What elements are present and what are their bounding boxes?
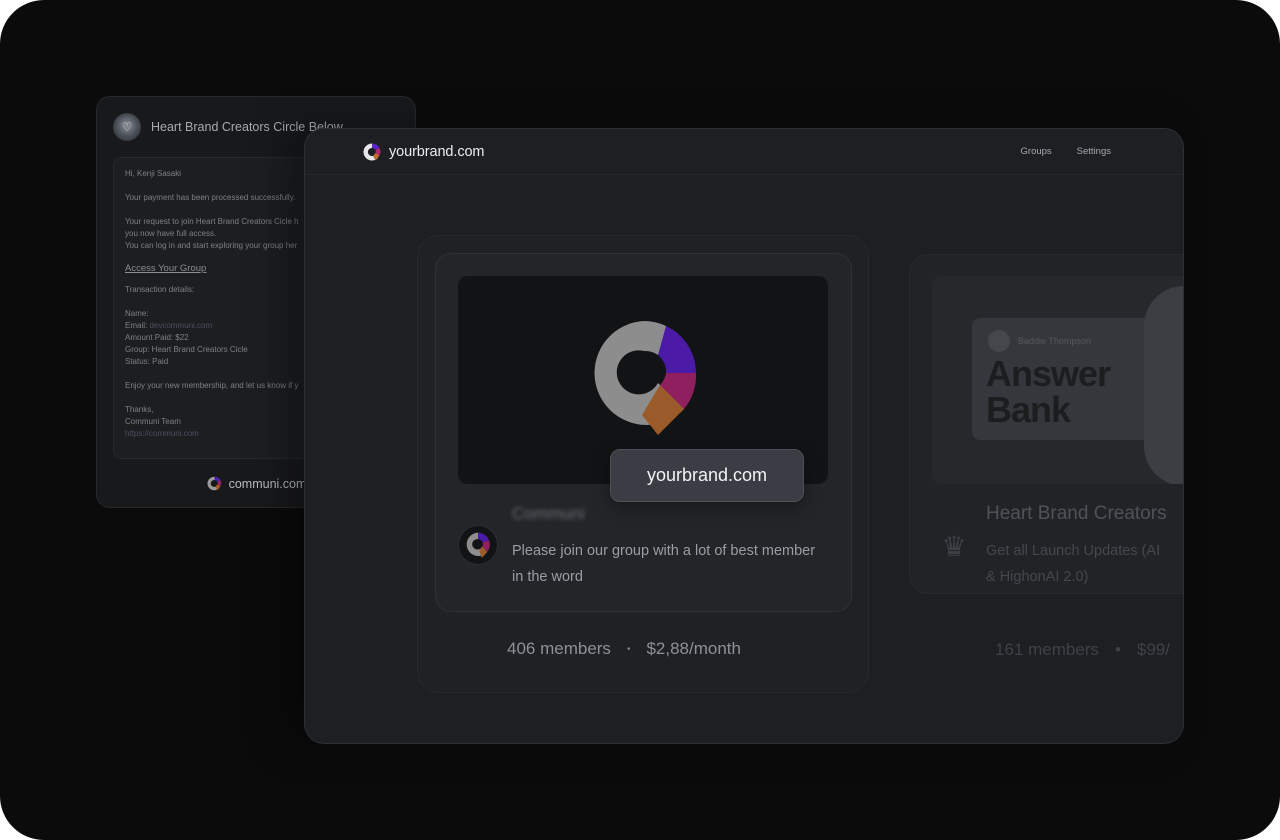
top-navigation-bar: yourbrand.com Groups Settings: [305, 129, 1183, 175]
stats-separator: •: [626, 643, 631, 655]
crown-badge-icon: ♛: [941, 531, 967, 562]
communi-large-logo-icon: [594, 321, 697, 435]
member-count: 406 members: [507, 639, 611, 658]
secondary-group-cover: Baddie Thompson Answer Bank: [932, 276, 1183, 484]
secondary-group-stats: 161 members • $99/: [995, 640, 1170, 660]
group-description: Please join our group with a lot of best…: [512, 543, 816, 585]
secondary-group-price: $99/: [1136, 640, 1170, 659]
cover-title: Answer Bank: [986, 353, 1111, 430]
secondary-group-title: Heart Brand Creators: [986, 503, 1167, 524]
brand-logo-icon: [363, 143, 381, 161]
cover-author-avatar: [988, 330, 1010, 352]
secondary-stats-separator: •: [1114, 640, 1121, 659]
canvas-background: ♡ Heart Brand Creators Circle Below Hi, …: [0, 0, 1280, 840]
access-group-link[interactable]: Access Your Group: [125, 262, 206, 276]
email-footer-brand: communi.com: [228, 476, 307, 491]
cover-author: Baddie Thompson: [988, 330, 1091, 352]
group-stats: 406 members • $2,88/month: [507, 639, 741, 659]
group-avatar-icon: ♡: [113, 113, 141, 141]
communi-avatar-icon: [466, 532, 490, 558]
nav-groups[interactable]: Groups: [1021, 146, 1052, 157]
brand-logo-link[interactable]: yourbrand.com: [362, 142, 485, 162]
group-avatar: [458, 525, 498, 565]
brand-tooltip: yourbrand.com: [610, 449, 804, 502]
secondary-member-count: 161 members: [995, 640, 1099, 659]
brand-name: yourbrand.com: [389, 144, 485, 160]
secondary-group-description: Get all Launch Updates (AI & HighonAI 2.…: [986, 543, 1161, 585]
communi-logo-icon: [207, 476, 221, 491]
transaction-email-value: devcommuni.com: [149, 321, 213, 330]
app-window: yourbrand.com Groups Settings yourbrand.…: [304, 128, 1184, 744]
cover-illustration: [1144, 286, 1183, 484]
group-name: Communi: [512, 504, 585, 523]
nav-settings[interactable]: Settings: [1077, 146, 1111, 157]
group-price: $2,88/month: [646, 639, 741, 658]
main-nav: Groups Settings: [1021, 146, 1111, 157]
